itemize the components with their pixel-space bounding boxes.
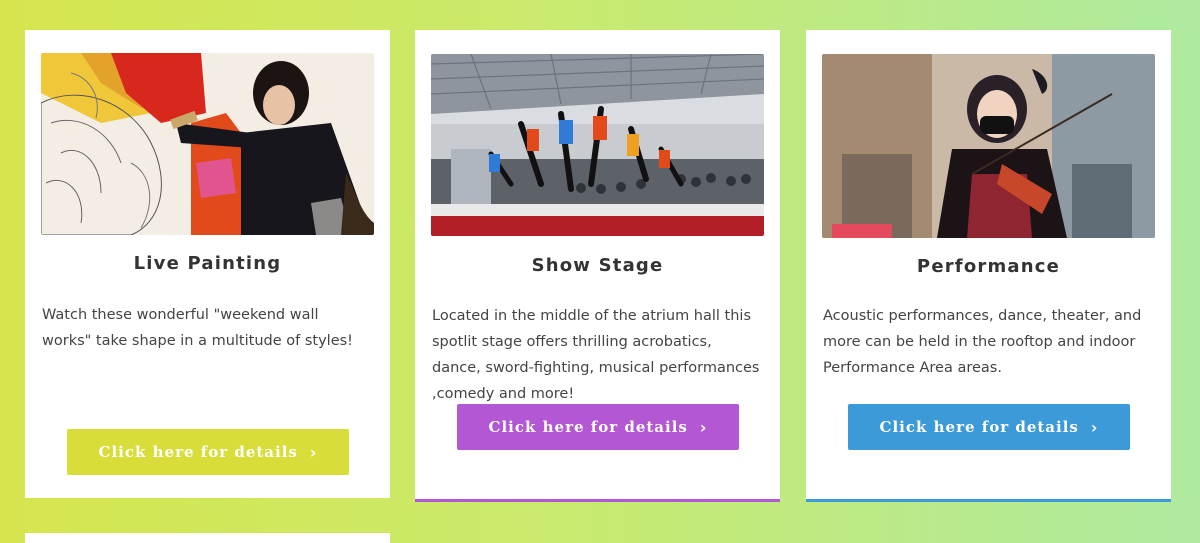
card-title: Performance xyxy=(916,256,1061,277)
chevron-right-icon: › xyxy=(699,417,708,437)
card-live-painting: Live Painting Watch these wonderful "wee… xyxy=(25,30,390,498)
card-description: Acoustic performances, dance, theater, a… xyxy=(823,308,1142,376)
button-label: Click here for details xyxy=(98,443,298,461)
card-performance: Performance Acoustic performances, dance… xyxy=(806,30,1171,502)
card-description: Located in the middle of the atrium hall… xyxy=(432,308,760,402)
chevron-right-icon: › xyxy=(1090,417,1099,437)
card-title: Live Painting xyxy=(133,253,282,274)
next-card-partial xyxy=(25,533,390,543)
details-button-performance[interactable]: Click here for details › xyxy=(848,404,1130,450)
live-painting-photo xyxy=(41,53,374,235)
card-description: Watch these wonderful "weekend wall work… xyxy=(42,307,353,349)
card-title: Show Stage xyxy=(531,255,664,276)
chevron-right-icon: › xyxy=(309,442,318,462)
button-label: Click here for details xyxy=(879,418,1079,436)
card-show-stage: Show Stage Located in the middle of the … xyxy=(415,30,780,502)
button-label: Click here for details xyxy=(488,418,688,436)
details-button-show-stage[interactable]: Click here for details › xyxy=(457,404,739,450)
details-button-live-painting[interactable]: Click here for details › xyxy=(67,429,349,475)
performance-photo xyxy=(822,54,1155,238)
show-stage-photo xyxy=(431,54,764,236)
